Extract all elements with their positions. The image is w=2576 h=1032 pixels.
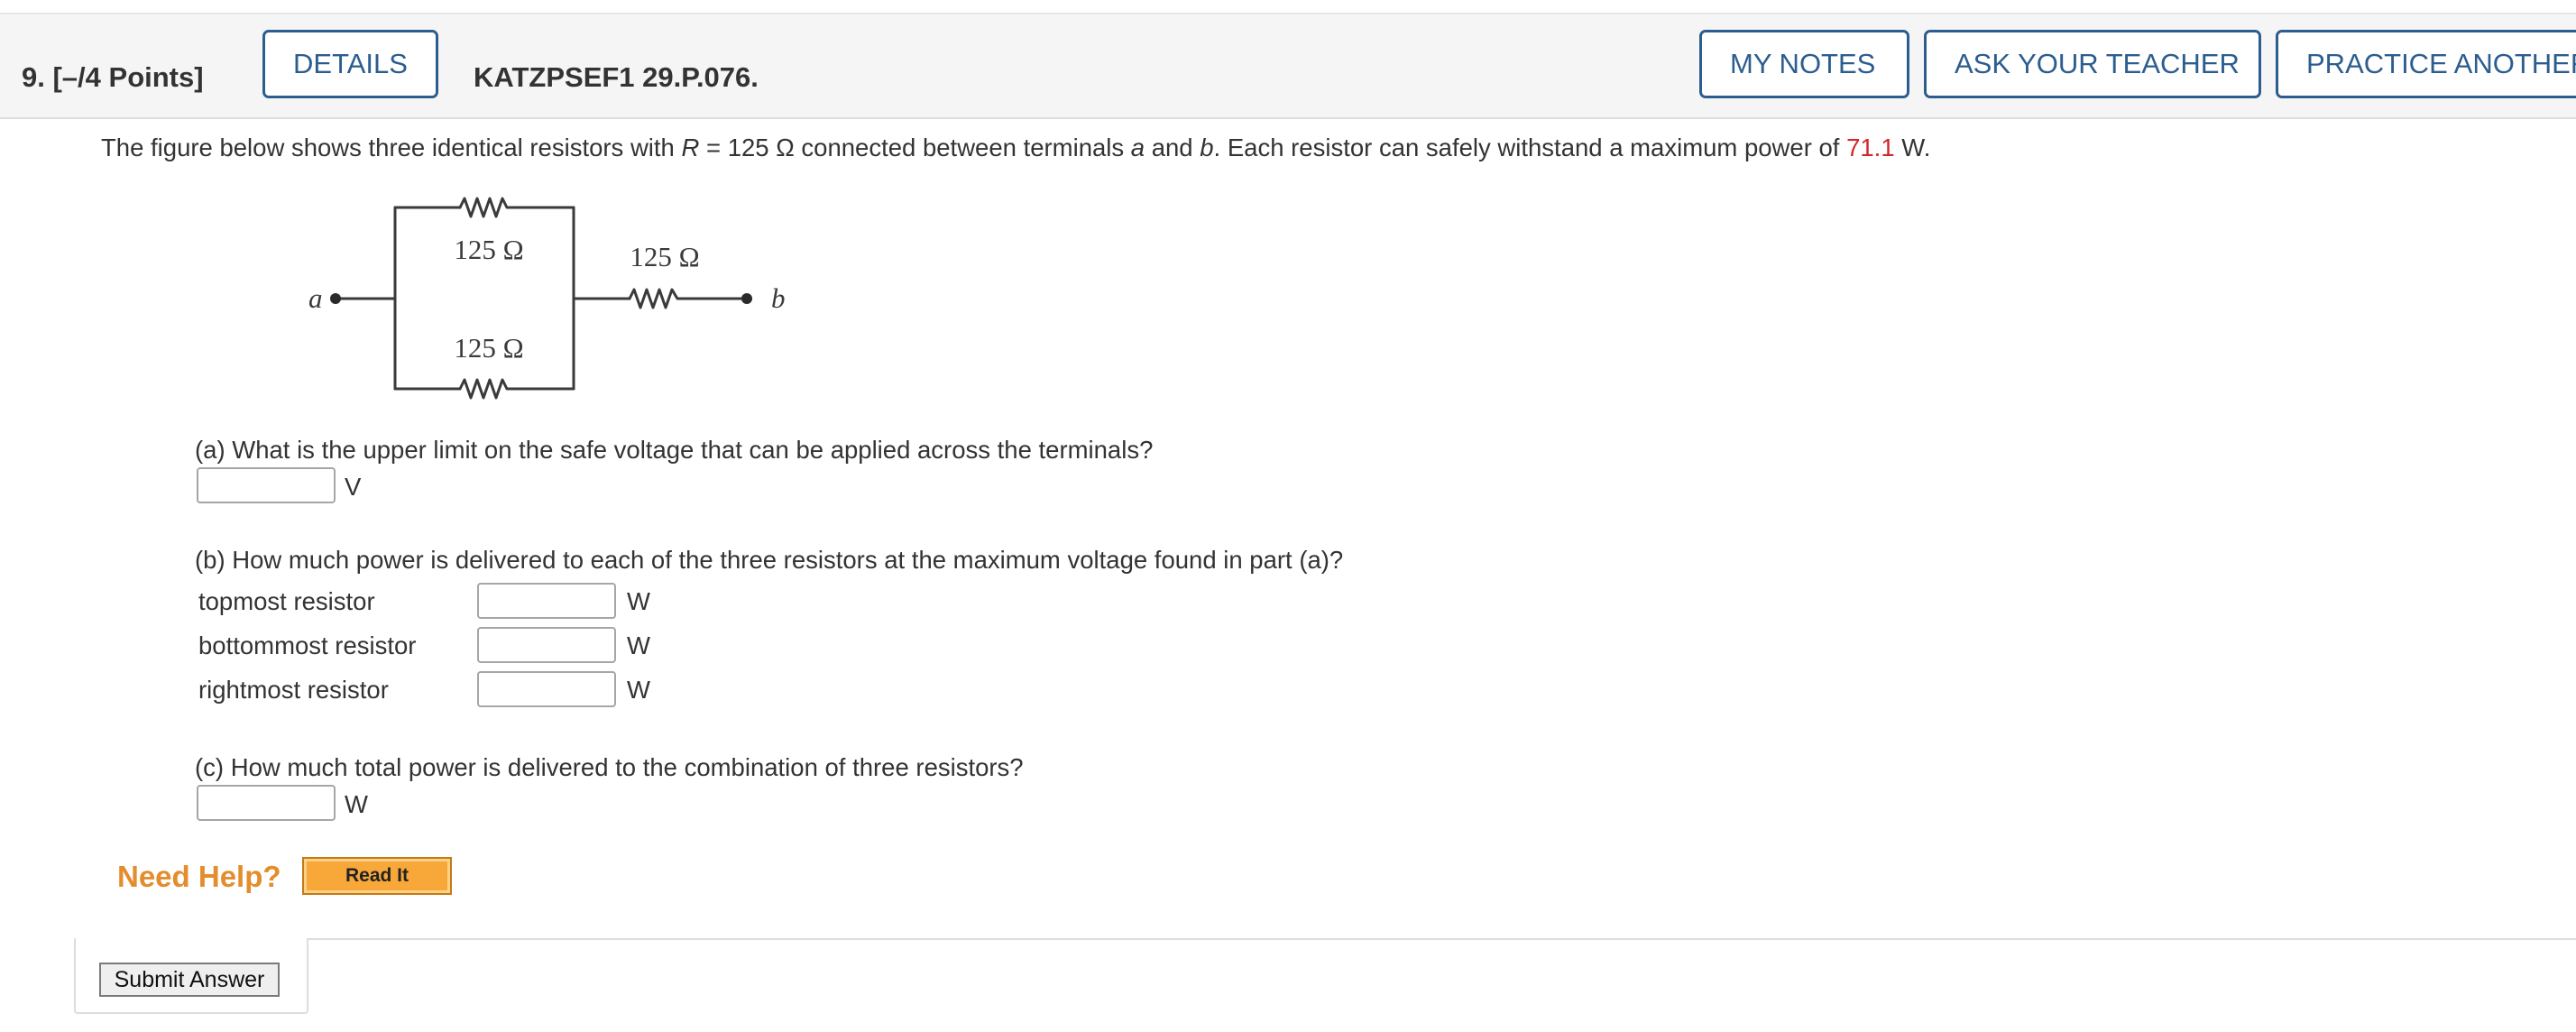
right-resistor-label: 125 Ω (630, 241, 699, 272)
terminal-b-label: b (771, 282, 786, 314)
need-help-label: Need Help? (117, 860, 281, 893)
problem-text-unit: W. (1894, 134, 1931, 161)
question-number: 9. [–/4 Points] (22, 61, 204, 94)
problem-id: KATZPSEF1 29.P.076. (474, 61, 759, 93)
part-a-question: (a) What is the upper limit on the safe … (195, 436, 1154, 464)
rightmost-resistor-label: rightmost resistor (198, 676, 389, 704)
question-number-text: 9. (22, 61, 45, 93)
bottommost-resistor-label: bottommost resistor (198, 631, 417, 659)
topmost-resistor-input[interactable] (477, 583, 616, 619)
ask-your-teacher-button[interactable]: ASK YOUR TEACHER (1924, 30, 2261, 98)
bottommost-resistor-input[interactable] (477, 627, 616, 663)
resistor-right-symbol (628, 288, 687, 309)
problem-text-1: The figure below shows three identical r… (101, 134, 682, 161)
details-button[interactable]: DETAILS (262, 30, 438, 98)
bottom-divider (307, 938, 2576, 940)
terminal-b-node (741, 293, 752, 304)
part-c-answer-input[interactable] (197, 785, 336, 821)
bottommost-resistor-unit: W (627, 631, 650, 659)
topmost-resistor-unit: W (627, 587, 650, 615)
terminal-a-node (330, 293, 341, 304)
bottom-resistor-label: 125 Ω (454, 332, 523, 364)
top-resistor-label: 125 Ω (454, 234, 523, 265)
part-a-answer-input[interactable] (197, 467, 336, 503)
rightmost-resistor-unit: W (627, 676, 650, 704)
terminal-a-label: a (308, 282, 323, 314)
problem-statement: The figure below shows three identical r… (101, 135, 1930, 161)
terminal-a-text: a (1130, 134, 1145, 161)
resistor-bottom-symbol (458, 378, 512, 400)
terminal-b-text: b (1200, 134, 1214, 161)
points-text: [–/4 Points] (52, 61, 204, 93)
question-header: 9. [–/4 Points] DETAILS KATZPSEF1 29.P.0… (0, 14, 2576, 119)
part-a-unit: V (345, 473, 362, 501)
part-c-question: (c) How much total power is delivered to… (195, 753, 1024, 781)
max-power-value: 71.1 (1846, 134, 1895, 161)
part-b-question: (b) How much power is delivered to each … (195, 546, 1344, 574)
problem-text-3: . Each resistor can safely withstand a m… (1213, 134, 1847, 161)
resistor-top-symbol (458, 197, 512, 218)
problem-text-and: and (1145, 134, 1201, 161)
my-notes-button[interactable]: MY NOTES (1699, 30, 1909, 98)
circuit-diagram: 125 Ω 125 Ω 125 Ω a b (308, 197, 786, 400)
rightmost-resistor-input[interactable] (477, 671, 616, 707)
problem-text-2: = 125 Ω connected between terminals (699, 134, 1131, 161)
practice-another-button[interactable]: PRACTICE ANOTHER (2276, 30, 2576, 98)
read-it-button[interactable]: Read It (302, 857, 452, 895)
topmost-resistor-label: topmost resistor (198, 587, 375, 615)
resistance-symbol: R (681, 134, 700, 161)
part-c-unit: W (345, 790, 368, 818)
submit-answer-button[interactable]: Submit Answer (99, 963, 280, 997)
